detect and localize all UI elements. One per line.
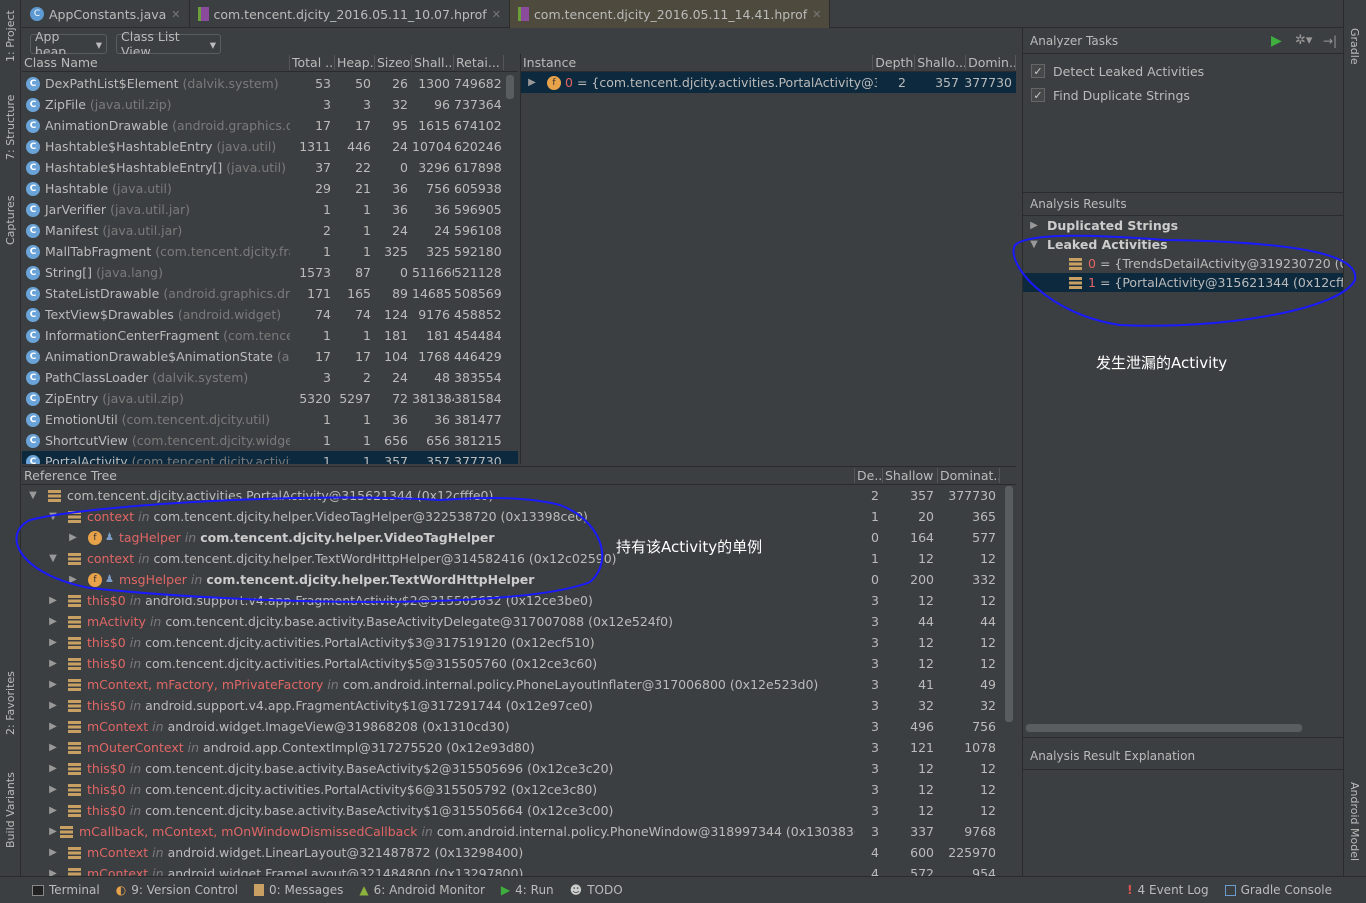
android-monitor-label: 6: Android Monitor xyxy=(373,883,485,897)
version-control-button[interactable]: ◐ 9: Version Control xyxy=(116,883,238,897)
annotation-circle-leaked xyxy=(1012,234,1357,327)
gradle-console-icon xyxy=(1224,884,1236,896)
gradle-console-button[interactable]: Gradle Console xyxy=(1224,883,1332,897)
terminal-icon xyxy=(32,884,44,896)
todo-label: TODO xyxy=(587,883,623,897)
terminal-button[interactable]: Terminal xyxy=(32,883,100,897)
annotation-overlay xyxy=(15,234,1357,603)
version-control-icon: ◐ xyxy=(115,883,127,897)
terminal-label: Terminal xyxy=(49,883,100,897)
android-monitor-button[interactable]: ▲ 6: Android Monitor xyxy=(359,883,485,897)
annotation-leaked-activity: 发生泄漏的Activity xyxy=(1096,354,1228,372)
annotation-circle-singleton xyxy=(15,496,604,603)
messages-label: 0: Messages xyxy=(269,883,344,897)
run-button[interactable]: ▶ 4: Run xyxy=(501,883,554,897)
annotation-singleton: 持有该Activity的单例 xyxy=(616,538,763,556)
todo-button[interactable]: ☻ TODO xyxy=(570,883,623,897)
event-log-icon: ! xyxy=(1127,883,1133,897)
run-icon: ▶ xyxy=(500,883,511,897)
android-icon: ▲ xyxy=(359,883,369,897)
messages-icon xyxy=(254,884,265,896)
gradle-console-label: Gradle Console xyxy=(1240,883,1332,897)
event-log-label: 4 Event Log xyxy=(1137,883,1209,897)
event-log-button[interactable]: ! 4 Event Log xyxy=(1127,883,1209,897)
version-control-label: 9: Version Control xyxy=(131,883,239,897)
messages-button[interactable]: 0: Messages xyxy=(254,883,343,897)
run-label: 4: Run xyxy=(515,883,554,897)
todo-icon: ☻ xyxy=(569,883,583,897)
bottom-tool-bar: Terminal ◐ 9: Version Control 0: Messages… xyxy=(0,876,1366,903)
